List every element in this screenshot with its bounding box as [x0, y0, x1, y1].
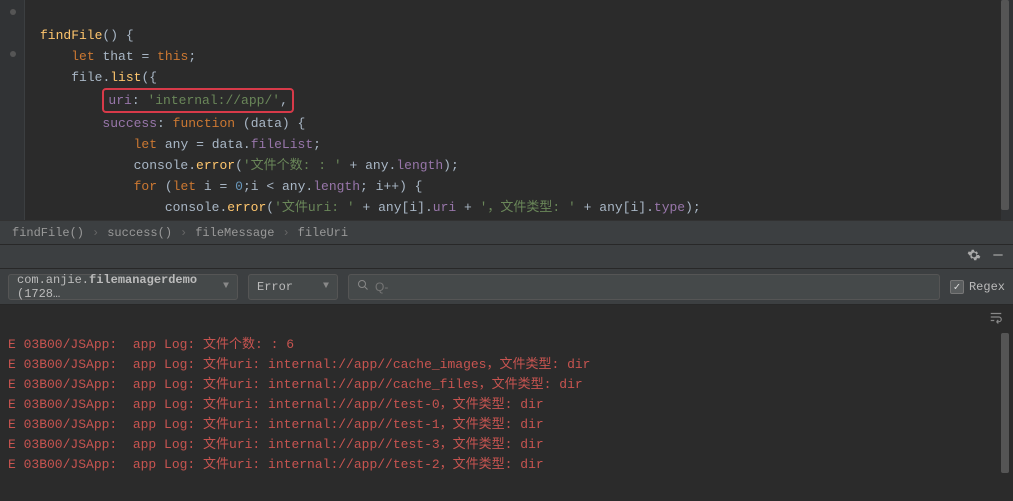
- editor-gutter: [0, 0, 25, 220]
- log-scrollbar[interactable]: [1001, 333, 1009, 477]
- breadcrumb-item[interactable]: fileUri: [294, 226, 352, 240]
- breadcrumb-item[interactable]: findFile(): [8, 226, 88, 240]
- log-line: E 03B00/JSApp: app Log: 文件uri: internal:…: [8, 455, 1005, 475]
- fold-marker[interactable]: [10, 9, 16, 15]
- chevron-right-icon: ›: [176, 226, 191, 240]
- breadcrumb: findFile() › success() › fileMessage › f…: [0, 220, 1013, 245]
- log-line: E 03B00/JSApp: app Log: 文件uri: internal:…: [8, 415, 1005, 435]
- fold-marker[interactable]: [10, 51, 16, 57]
- chevron-right-icon: ›: [278, 226, 293, 240]
- console-gap: [0, 305, 1013, 333]
- breadcrumb-item[interactable]: fileMessage: [191, 226, 278, 240]
- console-toolbar: [0, 245, 1013, 269]
- log-line: E 03B00/JSApp: app Log: 文件个数: : 6: [8, 335, 1005, 355]
- highlighted-uri-line: uri: 'internal://app/',: [102, 88, 293, 113]
- log-search-input[interactable]: [375, 280, 931, 294]
- code-editor[interactable]: findFile() { let that = this; file.list(…: [0, 0, 1013, 220]
- chevron-right-icon: ›: [88, 226, 103, 240]
- log-level-selector[interactable]: Error ▼: [248, 274, 338, 300]
- gear-icon[interactable]: [967, 248, 981, 266]
- app-selector[interactable]: com.anjie.filemanagerdemo (1728… ▼: [8, 274, 238, 300]
- log-filter-bar: com.anjie.filemanagerdemo (1728… ▼ Error…: [0, 269, 1013, 305]
- log-line: E 03B00/JSApp: app Log: 文件uri: internal:…: [8, 395, 1005, 415]
- checkbox-icon[interactable]: ✓: [950, 280, 964, 294]
- log-output[interactable]: E 03B00/JSApp: app Log: 文件个数: : 6 E 03B0…: [0, 333, 1013, 477]
- regex-toggle[interactable]: ✓ Regex: [950, 280, 1005, 294]
- log-search-box[interactable]: [348, 274, 940, 300]
- log-line: E 03B00/JSApp: app Log: 文件uri: internal:…: [8, 355, 1005, 375]
- breadcrumb-item[interactable]: success(): [103, 226, 176, 240]
- minimize-icon[interactable]: [991, 248, 1005, 266]
- function-name: findFile: [40, 28, 102, 43]
- chevron-down-icon: ▼: [223, 281, 229, 292]
- scrollbar-thumb[interactable]: [1001, 333, 1009, 473]
- scrollbar-thumb[interactable]: [1001, 0, 1009, 210]
- log-line: E 03B00/JSApp: app Log: 文件uri: internal:…: [8, 435, 1005, 455]
- soft-wrap-icon[interactable]: [989, 310, 1003, 328]
- editor-scrollbar[interactable]: [1001, 0, 1009, 220]
- log-line: E 03B00/JSApp: app Log: 文件uri: internal:…: [8, 375, 1005, 395]
- code-content[interactable]: findFile() { let that = this; file.list(…: [0, 0, 1013, 220]
- chevron-down-icon: ▼: [323, 281, 329, 292]
- search-icon: [357, 279, 369, 295]
